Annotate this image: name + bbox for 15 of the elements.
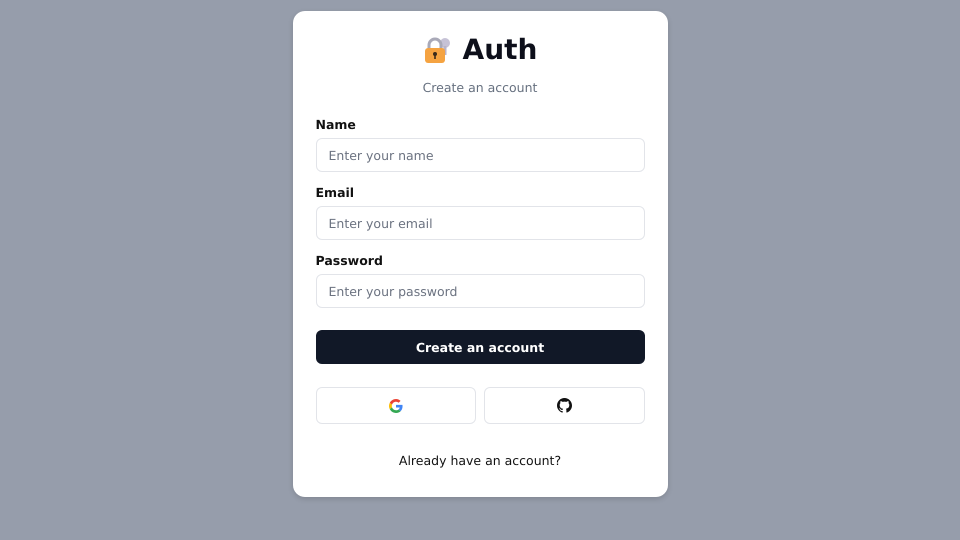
input-field[interactable]: Enter your email [316,206,644,240]
field-label: Email [316,185,354,200]
subtitle: Create an account [422,80,538,95]
field-label: Password [316,253,383,268]
google-icon [388,398,403,412]
input-field[interactable]: Enter your name [316,138,644,172]
input-field[interactable]: Enter your password [316,274,644,308]
padlock-icon [422,36,453,64]
create-account-button[interactable]: Create an account [316,330,644,364]
app-title: Auth [462,33,538,67]
github-sign-in-button[interactable] [484,387,644,424]
google-sign-in-button[interactable] [316,387,476,424]
field-label: Name [316,117,356,132]
github-icon [556,398,572,413]
sign-in-link[interactable]: Already have an account? [398,453,562,468]
